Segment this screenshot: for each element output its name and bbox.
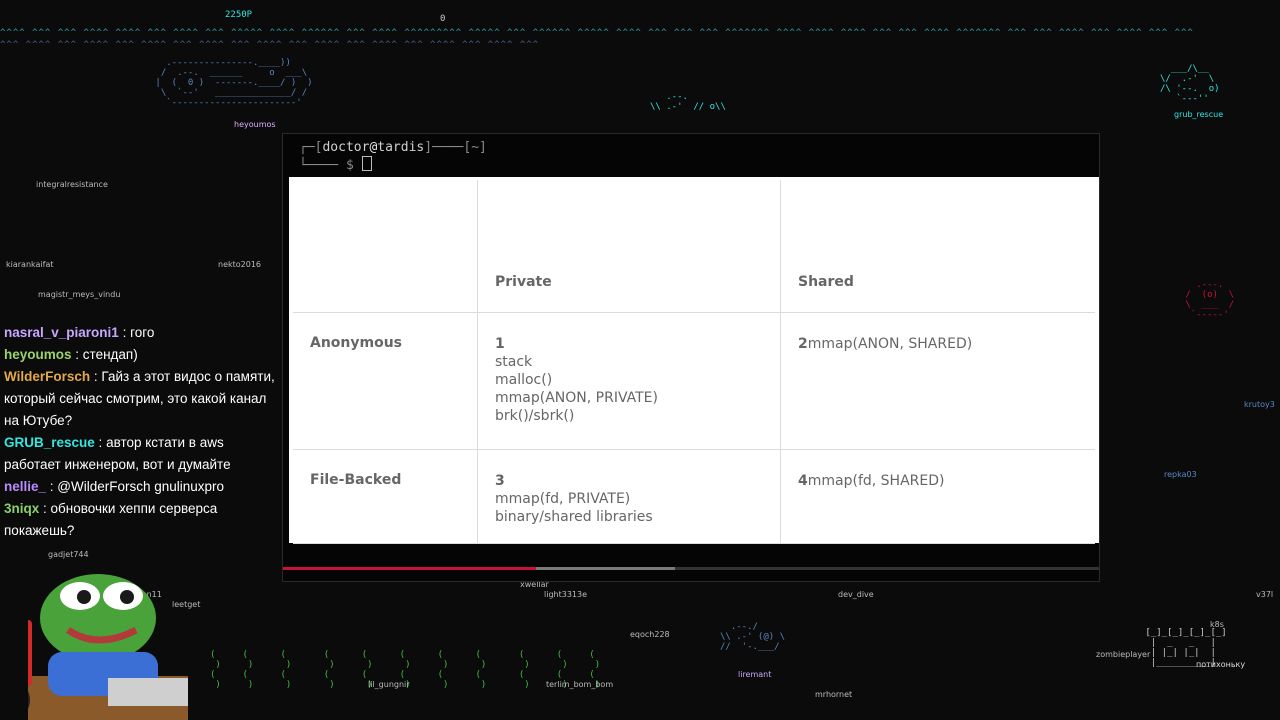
chat-username: heyoumos [4, 347, 72, 362]
chat-text: стендап) [82, 347, 138, 362]
nick-label: lil_gungnir [368, 680, 410, 689]
nick-label: liremant [738, 670, 772, 679]
nick-label: light3313e [544, 590, 588, 599]
prompt-symbol: $ [345, 158, 354, 173]
nick-label: zombieplayer [1096, 650, 1151, 659]
chat-message: 3niqx : обновочки хеппи серверса покажеш… [4, 501, 218, 538]
nick-label: v37l [1256, 590, 1274, 599]
memory-mapping-table: Private Shared Anonymous 1 stack malloc(… [293, 180, 1095, 544]
video-progress-bar[interactable] [283, 567, 1099, 570]
nick-label: k8s [1210, 620, 1224, 629]
cell-anon-shared: 2mmap(ANON, SHARED) [780, 311, 1095, 451]
chat-text: @WilderForsch gnulinuxpro [57, 479, 225, 494]
nick-label: kiarankaifat [6, 260, 54, 269]
overlay-extra-text: потихоньку [1196, 660, 1246, 669]
ascii-fish-bottom: .--./ \\ .-' (@) \ // '-.___/ [720, 622, 786, 652]
ascii-fish: .--. \\ .-' // o\\ [650, 92, 726, 112]
cell-number: 2 [798, 336, 808, 352]
table-row: File-Backed 3 mmap(fd, PRIVATE) binary/s… [293, 449, 1095, 544]
nick-label: terlim_bom_bom [546, 680, 614, 689]
nick-label: magistr_meys_vindu [38, 290, 121, 299]
chat-text: гого [130, 325, 155, 340]
nick-label: krutoy3 [1244, 400, 1275, 409]
nick-label: nekto2016 [218, 260, 262, 269]
chat-message: nasral_v_piaroni1 : гого [4, 325, 155, 340]
nick-label: heyoumos [234, 120, 276, 129]
pepe-mascot-image [28, 574, 188, 720]
header-private: Private [477, 180, 781, 313]
table-row: Anonymous 1 stack malloc() mmap(ANON, PR… [293, 311, 1095, 451]
terminal-prompt[interactable]: ┌─[doctor@tardis]────[~] └──── $ [299, 140, 487, 174]
prompt-path: ~ [471, 140, 480, 155]
nick-label: grub_rescue [1174, 110, 1224, 119]
chat-username: nellie_ [4, 479, 47, 494]
nick-label: repka03 [1164, 470, 1197, 479]
cell-line: malloc() [495, 372, 553, 388]
cell-number: 4 [798, 473, 808, 490]
header-empty [293, 180, 478, 313]
chat-username: nasral_v_piaroni1 [4, 325, 119, 340]
cell-line: stack [495, 354, 533, 370]
cell-file-shared: 4mmap(fd, SHARED) [780, 449, 1095, 544]
terminal-cursor [361, 156, 372, 171]
prompt-host: tardis [377, 140, 425, 155]
header-shared: Shared [780, 180, 1095, 313]
cell-file-private: 3 mmap(fd, PRIVATE) binary/shared librar… [477, 449, 781, 544]
chat-overlay: nasral_v_piaroni1 : гого heyoumos : стен… [4, 322, 280, 542]
cell-text: mmap(ANON, SHARED) [807, 336, 973, 352]
chat-username: 3niqx [4, 501, 40, 516]
video-progress-fill [283, 567, 536, 570]
cell-text: mmap(fd, SHARED) [807, 473, 945, 490]
cell-line: mmap(ANON, PRIVATE) [495, 390, 658, 406]
table-header-row: Private Shared [293, 180, 1095, 313]
nick-label: dev_dive [838, 590, 874, 599]
nick-label: mrhornet [815, 690, 853, 699]
row-label-file-backed: File-Backed [293, 449, 478, 544]
terminal-window[interactable]: ┌─[doctor@tardis]────[~] └──── $ Private… [282, 133, 1100, 582]
chat-message: GRUB_rescue : автор кстати в aws работае… [4, 435, 231, 472]
video-buffer-bar [535, 567, 675, 570]
ascii-o: 0 [440, 14, 446, 24]
chat-username: WilderForsch [4, 369, 91, 384]
ascii-wave-band-2: ^^^ ^^^^ ^^^ ^^^^ ^^^ ^^^^ ^^^ ^^^^ ^^^ … [0, 40, 540, 50]
top-counter: 2250P [225, 10, 253, 20]
nick-label: eqoch228 [630, 630, 670, 639]
ascii-whale: .---------------.____)) / .--. ______ o … [155, 58, 313, 108]
nick-label: integralresistance [36, 180, 108, 189]
nick-label: gadjet744 [48, 550, 89, 559]
ascii-fish-right: ___/\__ \/ .-' \ /\ '--. o) `---'' [1160, 64, 1220, 104]
cell-line: brk()/sbrk() [495, 408, 575, 424]
cell-line: binary/shared libraries [495, 509, 653, 526]
cell-number: 1 [495, 336, 505, 352]
cell-anon-private: 1 stack malloc() mmap(ANON, PRIVATE) brk… [477, 311, 781, 451]
chat-message: WilderForsch : Гайз а этот видос о памят… [4, 369, 275, 428]
cell-number: 3 [495, 473, 505, 490]
video-slide: Private Shared Anonymous 1 stack malloc(… [289, 177, 1099, 544]
ascii-red-fish: .---. / (o) \ \ ___ / `-----' [1185, 280, 1235, 320]
row-label-anonymous: Anonymous [293, 311, 478, 451]
chat-message: nellie_ : @WilderForsch gnulinuxpro [4, 479, 225, 494]
cell-line: mmap(fd, PRIVATE) [495, 491, 631, 508]
chat-username: GRUB_rescue [4, 435, 95, 450]
prompt-user: doctor [322, 140, 370, 155]
chat-message: heyoumos : стендап) [4, 347, 138, 362]
